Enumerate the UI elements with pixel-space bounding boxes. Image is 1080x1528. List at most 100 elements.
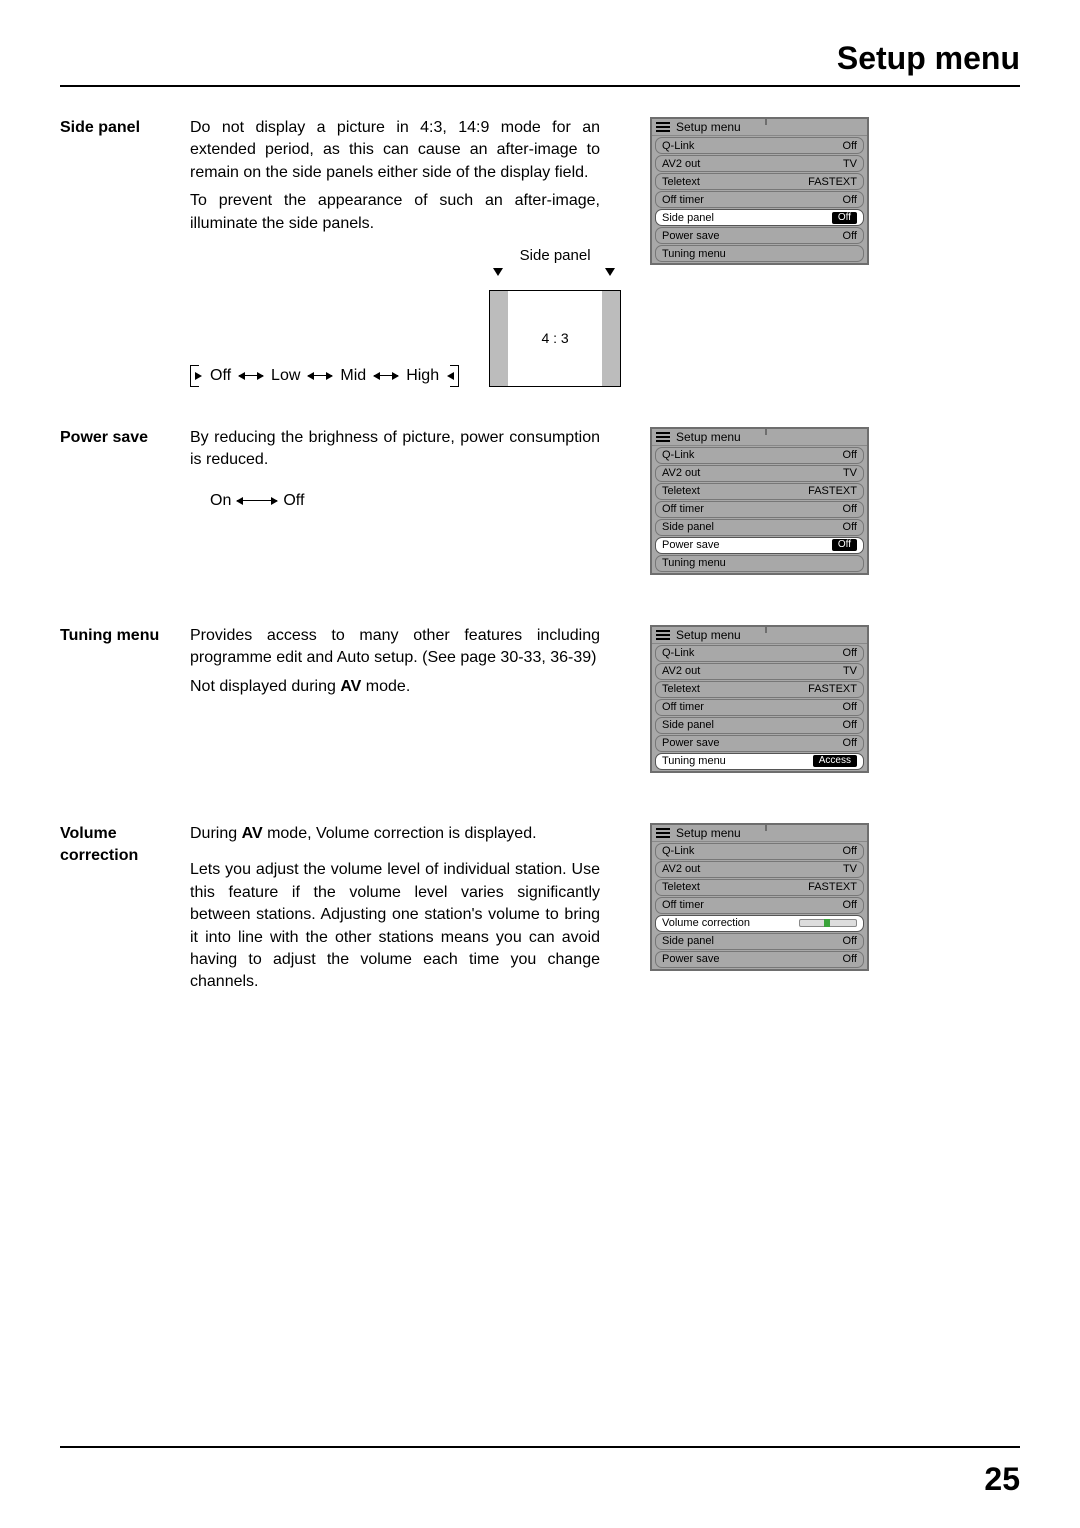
osd-row-value: Off (843, 935, 857, 947)
osd-row-value: Off (843, 701, 857, 713)
osd-row-value: FASTEXT (808, 176, 857, 188)
osd-row-value: Off (843, 845, 857, 857)
osd-row-label: Teletext (662, 176, 700, 188)
body-power-save: By reducing the brighness of picture, po… (190, 427, 600, 575)
osd-row-label: Power save (662, 737, 719, 749)
osd-header: Setup menu (652, 627, 867, 644)
osd-row-label: Q-Link (662, 140, 694, 152)
opt-high: High (406, 365, 439, 387)
volume-correction-text-1: During AV mode, Volume correction is dis… (190, 823, 600, 845)
osd-row[interactable]: Q-Link Off (655, 447, 864, 464)
osd-row-label: Side panel (662, 719, 714, 731)
page-title: Setup menu (60, 40, 1020, 77)
osd-row[interactable]: Tuning menu (655, 245, 864, 262)
osd-row-value: Off (843, 521, 857, 533)
side-panel-text-1: Do not display a picture in 4:3, 14:9 mo… (190, 117, 600, 184)
osd-row-label: Tuning menu (662, 557, 726, 569)
osd-row-label: Teletext (662, 683, 700, 695)
section-side-panel: Side panel Do not display a picture in 4… (60, 117, 1020, 387)
osd-row-label: Power save (662, 953, 719, 965)
double-arrow-icon (239, 375, 263, 376)
label-side-panel: Side panel (60, 117, 190, 387)
side-panel-options: Off Low Mid High (190, 365, 459, 387)
osd-row-value: TV (843, 863, 857, 875)
osd-row[interactable]: Side panelOff (655, 519, 864, 536)
osd-row-value: Off (843, 194, 857, 206)
osd-power-save: Setup menuQ-LinkOffAV2 outTVTeletextFAST… (650, 427, 869, 575)
opt-mid: Mid (340, 365, 366, 387)
osd-row[interactable]: AV2 outTV (655, 465, 864, 482)
osd-row[interactable]: Side panelOff (655, 933, 864, 950)
osd-row[interactable]: Q-LinkOff (655, 645, 864, 662)
osd-slider[interactable] (799, 919, 857, 927)
osd-row[interactable]: Teletext FASTEXT (655, 681, 864, 698)
osd-row-value: Off (832, 212, 857, 224)
osd-row[interactable]: Tuning menuAccess (655, 753, 864, 770)
side-panel-text-2: To prevent the appearance of such an aft… (190, 190, 600, 235)
osd-row-value: Off (832, 539, 857, 551)
osd-row-label: AV2 out (662, 665, 700, 677)
osd-row-value: Off (843, 449, 857, 461)
osd-row[interactable]: Power save Off (655, 537, 864, 554)
double-arrow-icon (308, 375, 332, 376)
osd-row-value: FASTEXT (808, 683, 857, 695)
osd-row-label: AV2 out (662, 467, 700, 479)
opt-on: On (210, 490, 231, 512)
osd-row-label: Power save (662, 539, 719, 551)
osd-row[interactable]: Off timerOff (655, 897, 864, 914)
label-volume-correction: Volume correction (60, 823, 190, 1000)
osd-row[interactable]: Q-Link Off (655, 843, 864, 860)
osd-row[interactable]: Tuning menu (655, 555, 864, 572)
osd-row[interactable]: Side panelOff (655, 209, 864, 226)
osd-row-value: Access (813, 755, 857, 767)
osd-header: Setup menu (652, 119, 867, 136)
osd-title: Setup menu (676, 120, 741, 134)
osd-row[interactable]: Off timerOff (655, 501, 864, 518)
osd-row[interactable]: Power saveOff (655, 227, 864, 244)
osd-row[interactable]: TeletextFASTEXT (655, 879, 864, 896)
osd-row-label: Q-Link (662, 845, 694, 857)
osd-row-value: Off (843, 899, 857, 911)
tv-side-right (602, 291, 620, 386)
osd-row-value: Off (843, 719, 857, 731)
double-arrow-icon (237, 500, 277, 501)
rule-top (60, 85, 1020, 87)
osd-row[interactable]: Side panel Off (655, 717, 864, 734)
page-number: 25 (984, 1461, 1020, 1498)
osd-row-value: Off (843, 953, 857, 965)
osd-row[interactable]: AV2 out TV (655, 155, 864, 172)
tuning-menu-text-1: Provides access to many other features i… (190, 625, 600, 670)
arrow-icon (195, 372, 202, 380)
osd-row[interactable]: AV2 outTV (655, 663, 864, 680)
tuning-menu-text-2: Not displayed during AV mode. (190, 676, 600, 698)
osd-row[interactable]: Volume correction (655, 915, 864, 932)
body-tuning-menu: Provides access to many other features i… (190, 625, 600, 773)
osd-row[interactable]: Teletext FASTEXT (655, 173, 864, 190)
osd-row[interactable]: Off timerOff (655, 699, 864, 716)
tv-center: 4 : 3 (508, 291, 602, 386)
osd-row-value: TV (843, 158, 857, 170)
power-save-text: By reducing the brighness of picture, po… (190, 427, 600, 472)
osd-row[interactable]: TeletextFASTEXT (655, 483, 864, 500)
arrow-icon (447, 372, 454, 380)
osd-row-label: Q-Link (662, 449, 694, 461)
osd-row-label: AV2 out (662, 158, 700, 170)
osd-row[interactable]: Power save Off (655, 951, 864, 968)
osd-row[interactable]: Q-LinkOff (655, 137, 864, 154)
menu-lines-icon (656, 630, 670, 640)
osd-row[interactable]: Off timer Off (655, 191, 864, 208)
osd-row-label: Off timer (662, 194, 704, 206)
rule-bottom (60, 1446, 1020, 1448)
osd-row-value: FASTEXT (808, 881, 857, 893)
osd-row[interactable]: AV2 out TV (655, 861, 864, 878)
tv-diagram: 4 : 3 (489, 290, 621, 387)
body-side-panel: Do not display a picture in 4:3, 14:9 mo… (190, 117, 600, 387)
diagram-arrows (489, 268, 619, 282)
volume-correction-text-2: Lets you adjust the volume level of indi… (190, 859, 600, 993)
osd-row[interactable]: Power save Off (655, 735, 864, 752)
osd-row-value: Off (843, 737, 857, 749)
osd-row-label: AV2 out (662, 863, 700, 875)
section-tuning-menu: Tuning menu Provides access to many othe… (60, 625, 1020, 773)
osd-row-value: Off (843, 503, 857, 515)
osd-row-label: Power save (662, 230, 719, 242)
